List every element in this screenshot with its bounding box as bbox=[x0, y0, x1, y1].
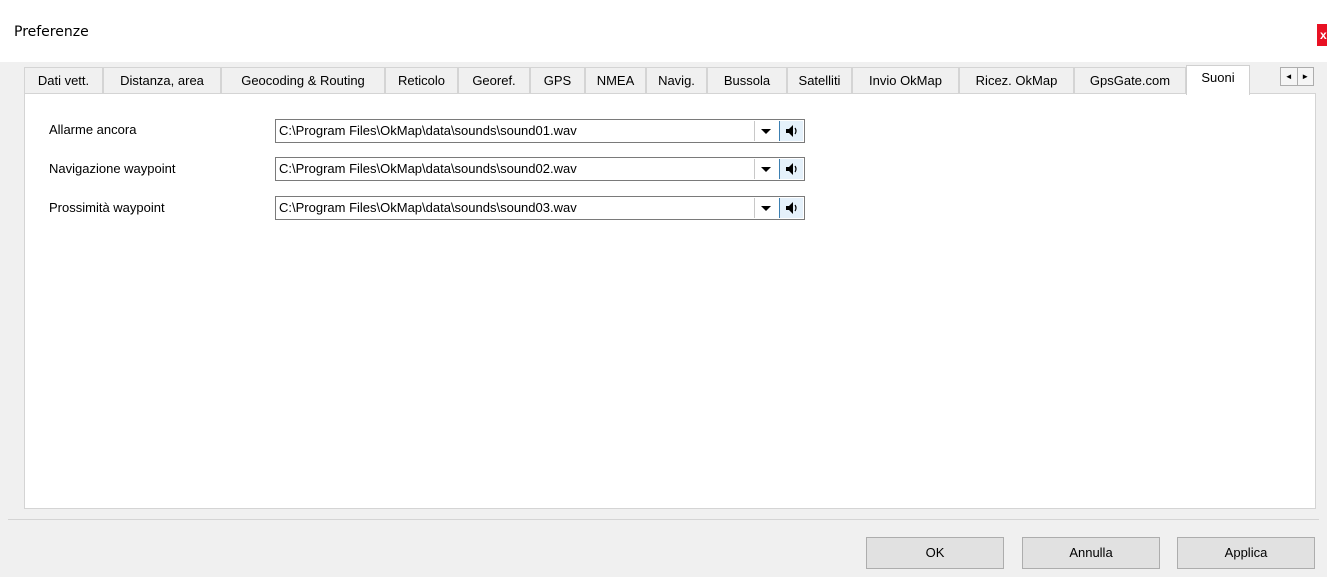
tab-scroll-buttons: ◄ ► bbox=[1280, 67, 1314, 86]
tab-bussola[interactable]: Bussola bbox=[707, 67, 787, 94]
tab-suoni[interactable]: Suoni bbox=[1186, 65, 1250, 95]
sound-file-value: C:\Program Files\OkMap\data\sounds\sound… bbox=[279, 200, 577, 215]
tab-georef[interactable]: Georef. bbox=[458, 67, 530, 94]
tab-dati-vett[interactable]: Dati vett. bbox=[24, 67, 103, 94]
tab-reticolo[interactable]: Reticolo bbox=[385, 67, 458, 94]
chevron-down-icon[interactable] bbox=[754, 198, 776, 218]
close-button[interactable]: x bbox=[1317, 24, 1327, 46]
sound-combo-allarme-ancora[interactable]: C:\Program Files\OkMap\data\sounds\sound… bbox=[275, 119, 805, 143]
tab-gps[interactable]: GPS bbox=[530, 67, 585, 94]
tab-geocoding-routing[interactable]: Geocoding & Routing bbox=[221, 67, 385, 94]
tab-strip: Dati vett. Distanza, area Geocoding & Ro… bbox=[24, 65, 1316, 95]
cancel-button[interactable]: Annulla bbox=[1022, 537, 1160, 569]
label-prossimita-waypoint: Prossimità waypoint bbox=[49, 200, 165, 215]
apply-button[interactable]: Applica bbox=[1177, 537, 1315, 569]
tab-ricez-okmap[interactable]: Ricez. OkMap bbox=[959, 67, 1074, 94]
tab-nmea[interactable]: NMEA bbox=[585, 67, 646, 94]
tab-scroll-left-icon[interactable]: ◄ bbox=[1281, 68, 1298, 85]
sound-file-value: C:\Program Files\OkMap\data\sounds\sound… bbox=[279, 123, 577, 138]
window-title: Preferenze bbox=[14, 24, 89, 40]
tab-gpsgate[interactable]: GpsGate.com bbox=[1074, 67, 1186, 94]
tab-scroll-right-icon[interactable]: ► bbox=[1298, 68, 1314, 85]
label-navigazione-waypoint: Navigazione waypoint bbox=[49, 161, 176, 176]
tab-distanza-area[interactable]: Distanza, area bbox=[103, 67, 221, 94]
tab-navig[interactable]: Navig. bbox=[646, 67, 707, 94]
chevron-down-icon[interactable] bbox=[754, 159, 776, 179]
title-bar: Preferenze x bbox=[0, 0, 1327, 62]
sound-combo-navigazione-waypoint[interactable]: C:\Program Files\OkMap\data\sounds\sound… bbox=[275, 157, 805, 181]
tab-satelliti[interactable]: Satelliti bbox=[787, 67, 852, 94]
sound-combo-prossimita-waypoint[interactable]: C:\Program Files\OkMap\data\sounds\sound… bbox=[275, 196, 805, 220]
speaker-icon[interactable] bbox=[779, 159, 803, 179]
label-allarme-ancora: Allarme ancora bbox=[49, 122, 137, 137]
tab-panel-suoni: Allarme ancora C:\Program Files\OkMap\da… bbox=[24, 93, 1316, 509]
ok-button[interactable]: OK bbox=[866, 537, 1004, 569]
footer-divider bbox=[8, 519, 1319, 520]
sound-file-value: C:\Program Files\OkMap\data\sounds\sound… bbox=[279, 161, 577, 176]
tab-invio-okmap[interactable]: Invio OkMap bbox=[852, 67, 959, 94]
speaker-icon[interactable] bbox=[779, 121, 803, 141]
speaker-icon[interactable] bbox=[779, 198, 803, 218]
chevron-down-icon[interactable] bbox=[754, 121, 776, 141]
